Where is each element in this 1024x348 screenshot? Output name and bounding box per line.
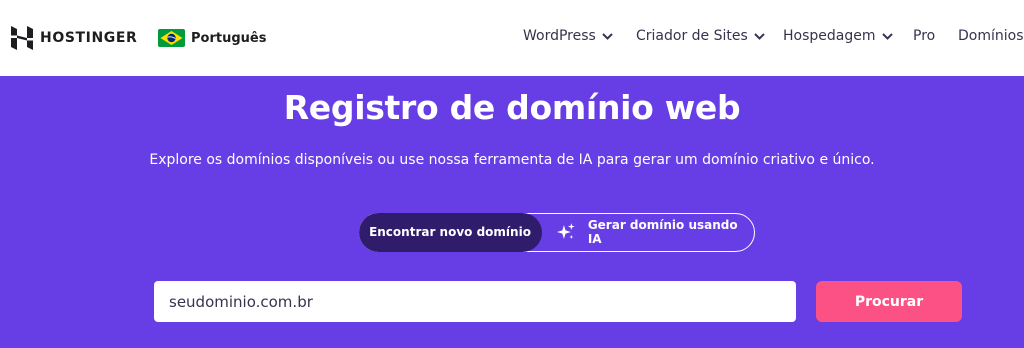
tab-encontrar-novo-dominio[interactable]: Encontrar novo domínio [358, 212, 542, 252]
hostinger-logo[interactable]: HOSTINGER [11, 26, 137, 50]
chevron-down-icon [881, 32, 893, 40]
chevron-down-icon [602, 32, 613, 40]
nav-item-label: WordPress [523, 28, 596, 44]
hostinger-logo-icon [11, 26, 33, 50]
sparkle-icon [556, 223, 575, 239]
tab-gerar-dominio-ia[interactable]: Gerar domínio usando IA [556, 214, 754, 250]
nav-item-pro[interactable]: Pro [913, 28, 935, 44]
nav-item-label: Hospedagem [783, 28, 876, 44]
domain-search-input[interactable] [154, 281, 796, 322]
logo-text: HOSTINGER [40, 30, 138, 46]
nav-item-criador-de-sites[interactable]: Criador de Sites [636, 28, 765, 44]
nav-item-hospedagem[interactable]: Hospedagem [783, 28, 893, 44]
language-label: Português [191, 30, 267, 46]
search-mode-toggle: Encontrar novo domínio Gerar domínio usa… [358, 212, 755, 252]
language-selector[interactable]: Português [158, 29, 266, 47]
nav-item-label: Pro [913, 28, 936, 44]
page-title: Registro de domínio web [283, 88, 741, 127]
nav-item-wordpress[interactable]: WordPress [523, 28, 613, 44]
tab-label: Gerar domínio usando IA [587, 218, 738, 246]
top-navigation-bar: HOSTINGER Português WordPress Criador de… [0, 0, 1024, 76]
search-button[interactable]: Procurar [816, 281, 962, 322]
nav-item-label: Domínios [958, 28, 1024, 44]
page-subtitle: Explore os domínios disponíveis ou use n… [149, 152, 875, 168]
brazil-flag-icon [158, 29, 185, 47]
nav-item-label: Criador de Sites [636, 28, 748, 44]
chevron-down-icon [754, 32, 765, 40]
nav-item-dominios[interactable]: Domínios [958, 28, 1024, 44]
